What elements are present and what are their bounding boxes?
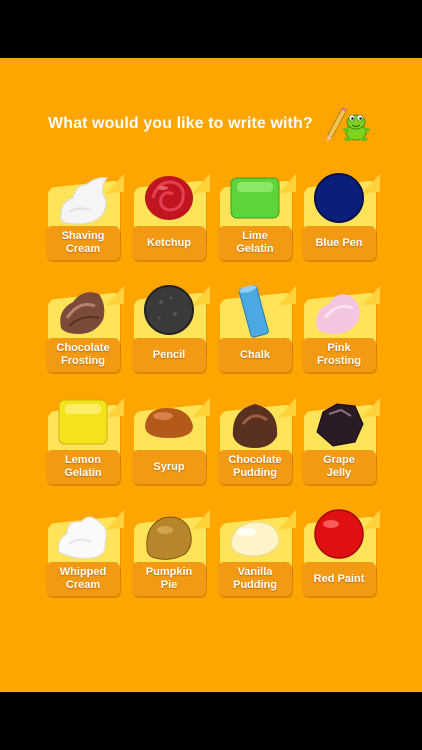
lime-gelatin-icon [230, 177, 280, 219]
tile-label: Vanilla Pudding [233, 566, 277, 591]
tile-label-box: Chocolate Frosting [46, 338, 120, 372]
pencil-icon [144, 285, 194, 335]
frog-mascot-icon [327, 106, 370, 142]
prompt-heading: What would you like to write with? [48, 115, 313, 132]
lemon-gelatin-icon [58, 399, 108, 445]
tile-label-box: Grape Jelly [302, 450, 376, 484]
tile-label: Syrup [153, 460, 185, 473]
red-paint-icon [314, 509, 364, 559]
tool-tile-blue-pen[interactable]: Blue Pen [300, 173, 382, 272]
tool-tile-ketchup[interactable]: Ketchup [130, 176, 212, 272]
tool-tile-pink-frosting[interactable]: Pink Frosting [300, 288, 382, 384]
tile-label-box: Lemon Gelatin [46, 450, 120, 484]
tile-label-box: Blue Pen [302, 226, 376, 260]
tile-label-box: Vanilla Pudding [218, 562, 292, 596]
tile-label: Shaving Cream [61, 230, 105, 255]
tool-tile-chocolate-frosting[interactable]: Chocolate Frosting [44, 288, 126, 384]
tile-label: Ketchup [147, 236, 191, 249]
tile-label: Pencil [152, 348, 186, 361]
choose-tool-screen: What would you like to write with? Shavi… [0, 58, 422, 692]
vanilla-pudding-icon [230, 521, 280, 557]
pink-frosting-icon [316, 294, 360, 334]
whipped-cream-icon [58, 516, 107, 559]
tool-tile-red-paint[interactable]: Red Paint [300, 509, 382, 608]
tile-label: Blue Pen [315, 236, 363, 249]
tile-label-box: Red Paint [302, 562, 376, 596]
tool-tile-lemon-gelatin[interactable]: Lemon Gelatin [44, 399, 126, 496]
tool-tile-syrup[interactable]: Syrup [130, 400, 212, 496]
tool-tile-grape-jelly[interactable]: Grape Jelly [300, 400, 382, 496]
top-letterbox [0, 0, 422, 58]
tile-label: Red Paint [313, 572, 365, 585]
tile-label-box: Pencil [132, 338, 206, 372]
tile-label: Grape Jelly [323, 454, 355, 479]
tool-tile-pencil[interactable]: Pencil [130, 285, 212, 384]
tool-tile-shaving-cream[interactable]: Shaving Cream [44, 176, 126, 272]
chocolate-frosting-icon [60, 292, 105, 334]
bottom-letterbox [0, 692, 422, 750]
syrup-icon [145, 408, 193, 438]
pumpkin-pie-icon [146, 516, 192, 560]
tile-label-box: Lime Gelatin [218, 226, 292, 260]
tool-tile-vanilla-pudding[interactable]: Vanilla Pudding [216, 512, 298, 608]
chocolate-pudding-icon [232, 404, 278, 448]
tile-label-box: Whipped Cream [46, 562, 120, 596]
tile-label: Chalk [240, 348, 270, 361]
chalk-icon [238, 284, 269, 338]
shaving-cream-icon [60, 177, 108, 225]
tool-tile-whipped-cream[interactable]: Whipped Cream [44, 512, 126, 608]
tile-label-box: Chalk [218, 338, 292, 372]
tile-label: Pumpkin Pie [145, 566, 193, 591]
tile-label-box: Pumpkin Pie [132, 562, 206, 596]
tile-label-box: Pink Frosting [302, 338, 376, 372]
ketchup-icon [145, 176, 193, 220]
tile-label: Whipped Cream [59, 566, 107, 591]
prompt-row: What would you like to write with? [0, 106, 422, 146]
tile-label: Pink Frosting [317, 342, 361, 367]
tile-label-box: Syrup [132, 450, 206, 484]
tile-label-box: Shaving Cream [46, 226, 120, 260]
tile-label-box: Ketchup [132, 226, 206, 260]
tool-tile-chalk[interactable]: Chalk [216, 284, 298, 384]
tool-tile-lime-gelatin[interactable]: Lime Gelatin [216, 176, 298, 272]
tile-label: Chocolate Frosting [56, 342, 110, 367]
tool-tile-chocolate-pudding[interactable]: Chocolate Pudding [216, 400, 298, 496]
tile-label: Lemon Gelatin [64, 454, 102, 479]
tool-tile-pumpkin-pie[interactable]: Pumpkin Pie [130, 512, 212, 608]
tile-label: Chocolate Pudding [228, 454, 282, 479]
tile-label-box: Chocolate Pudding [218, 450, 292, 484]
blue-pen-icon [314, 173, 364, 223]
grape-jelly-icon [316, 403, 364, 447]
tile-label: Lime Gelatin [236, 230, 274, 255]
